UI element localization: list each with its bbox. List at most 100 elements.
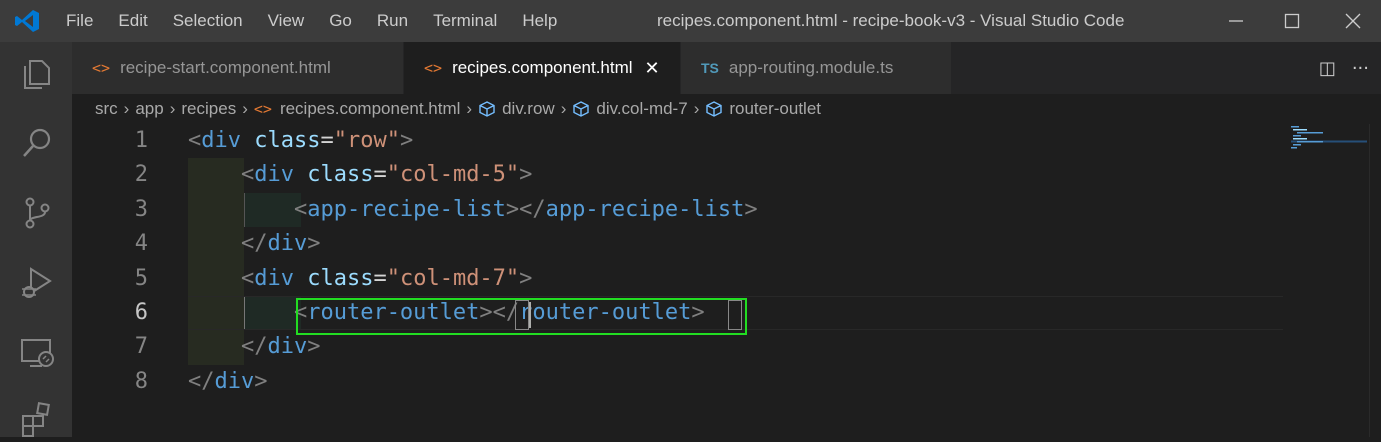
code-line[interactable]: <div class="row"> (188, 124, 413, 158)
punctuation-token: > (254, 368, 268, 394)
remote-explorer-icon (21, 339, 54, 367)
maximize-button[interactable] (1264, 0, 1320, 42)
menu-go[interactable]: Go (329, 11, 352, 31)
breadcrumb-label: div.row (502, 99, 555, 118)
line-number: 5 (134, 265, 148, 291)
menu-help[interactable]: Help (522, 11, 557, 31)
cube-symbol-icon (573, 101, 590, 117)
chevron-right-icon: › (169, 99, 176, 118)
more-actions-icon[interactable]: ··· (1352, 58, 1369, 79)
menu-run[interactable]: Run (377, 11, 408, 31)
menu-edit[interactable]: Edit (118, 11, 147, 31)
window-title: recipes.component.html - recipe-book-v3 … (657, 11, 1125, 30)
code-line[interactable]: </div> (188, 227, 321, 261)
string-token: "col-md-5" (386, 162, 520, 188)
attribute-token: class (307, 162, 374, 188)
tag-token: div (254, 265, 294, 291)
breadcrumb-label: router-outlet (729, 99, 822, 118)
line-number: 8 (134, 368, 148, 394)
search-button[interactable] (18, 124, 56, 162)
run-debug-button[interactable] (18, 264, 56, 302)
attribute-token: class (307, 265, 374, 291)
source-control-icon (25, 197, 50, 229)
tag-token: app-recipe-list (307, 196, 506, 222)
line-number: 1 (134, 128, 148, 153)
tab-label: app-routing.module.ts (728, 58, 894, 77)
split-editor-icon[interactable]: ◫ (1319, 58, 1336, 79)
chevron-right-icon: › (242, 99, 248, 118)
tag-token: div (214, 368, 255, 394)
breadcrumb-div-col[interactable]: div.col-md-7 (572, 99, 688, 119)
tab-recipe-start[interactable]: <> recipe-start.component.html (72, 42, 404, 94)
close-window-button[interactable] (1325, 0, 1381, 42)
punctuation-token: > (519, 265, 533, 291)
line-number: 4 (134, 231, 148, 257)
line-number: 2 (134, 162, 148, 188)
chevron-right-icon: › (693, 99, 700, 118)
breadcrumb-div-row[interactable]: div.row (478, 99, 555, 119)
minimize-button[interactable] (1208, 0, 1264, 42)
code-line[interactable]: <div class="col-md-7"> (188, 262, 532, 296)
remote-explorer-button[interactable] (18, 334, 56, 372)
code-editor[interactable]: 1 2 3 4 5 6 7 8 <div class="row"> <div c… (72, 124, 1381, 437)
code-line[interactable]: </div> (188, 330, 321, 364)
close-tab-icon[interactable]: ✕ (645, 58, 660, 79)
line-number: 3 (134, 196, 148, 222)
search-icon (23, 128, 51, 157)
breadcrumb-router-outlet[interactable]: router-outlet (705, 99, 821, 119)
punctuation-token: > (307, 231, 321, 257)
punctuation-token: < (240, 265, 255, 291)
code-line[interactable]: <app-recipe-list></app-recipe-list> (188, 193, 758, 227)
breadcrumb: src › app › recipes › <> recipes.compone… (72, 94, 1381, 124)
punctuation-token: < (240, 162, 255, 188)
breadcrumb-file[interactable]: <> recipes.component.html (254, 99, 461, 119)
tab-label: recipe-start.component.html (120, 58, 331, 77)
explorer-button[interactable] (18, 55, 56, 93)
punctuation-token: < (293, 196, 308, 222)
punctuation-token: </ (240, 334, 268, 360)
html-file-icon: <> (92, 59, 111, 77)
breadcrumb-app[interactable]: app (135, 99, 163, 119)
vscode-logo-icon (15, 10, 39, 32)
menu-file[interactable]: File (66, 11, 93, 31)
typescript-file-icon: TS (701, 60, 719, 76)
maximize-icon (1284, 13, 1300, 29)
html-file-icon: <> (424, 59, 443, 77)
breadcrumb-src[interactable]: src (95, 99, 118, 119)
string-token: "col-md-7" (386, 265, 520, 291)
minimize-icon (1229, 20, 1243, 22)
minimap[interactable] (1287, 124, 1367, 437)
menu-selection[interactable]: Selection (173, 11, 243, 31)
text-token: = (373, 162, 387, 188)
source-control-button[interactable] (18, 194, 56, 232)
punctuation-token: </ (188, 368, 215, 394)
punctuation-token: > (744, 196, 758, 222)
extensions-button[interactable] (18, 400, 56, 438)
breadcrumb-recipes[interactable]: recipes (181, 99, 236, 119)
text-token: = (320, 128, 334, 153)
title-bar: File Edit Selection View Go Run Terminal… (0, 0, 1381, 42)
code-line[interactable]: </div> (188, 365, 268, 399)
menu-terminal[interactable]: Terminal (433, 11, 497, 31)
breadcrumb-file-label: recipes.component.html (279, 99, 461, 118)
punctuation-token: > (307, 334, 321, 360)
punctuation-token: ></ (505, 196, 546, 222)
text-token: = (373, 265, 387, 291)
activity-bar (0, 42, 72, 437)
line-number-active: 6 (134, 300, 148, 325)
vertical-scrollbar[interactable] (1369, 124, 1381, 437)
code-line[interactable]: <div class="col-md-5"> (188, 158, 532, 192)
run-debug-icon (22, 267, 52, 298)
menu-view[interactable]: View (268, 11, 305, 31)
tab-app-routing[interactable]: TS app-routing.module.ts (681, 42, 952, 94)
tab-bar: <> recipe-start.component.html <> recipe… (72, 42, 1381, 94)
tab-recipes-component[interactable]: <> recipes.component.html ✕ (404, 42, 681, 94)
tag-token: app-recipe-list (545, 196, 745, 222)
line-number: 7 (134, 334, 148, 360)
extensions-icon (22, 402, 50, 437)
